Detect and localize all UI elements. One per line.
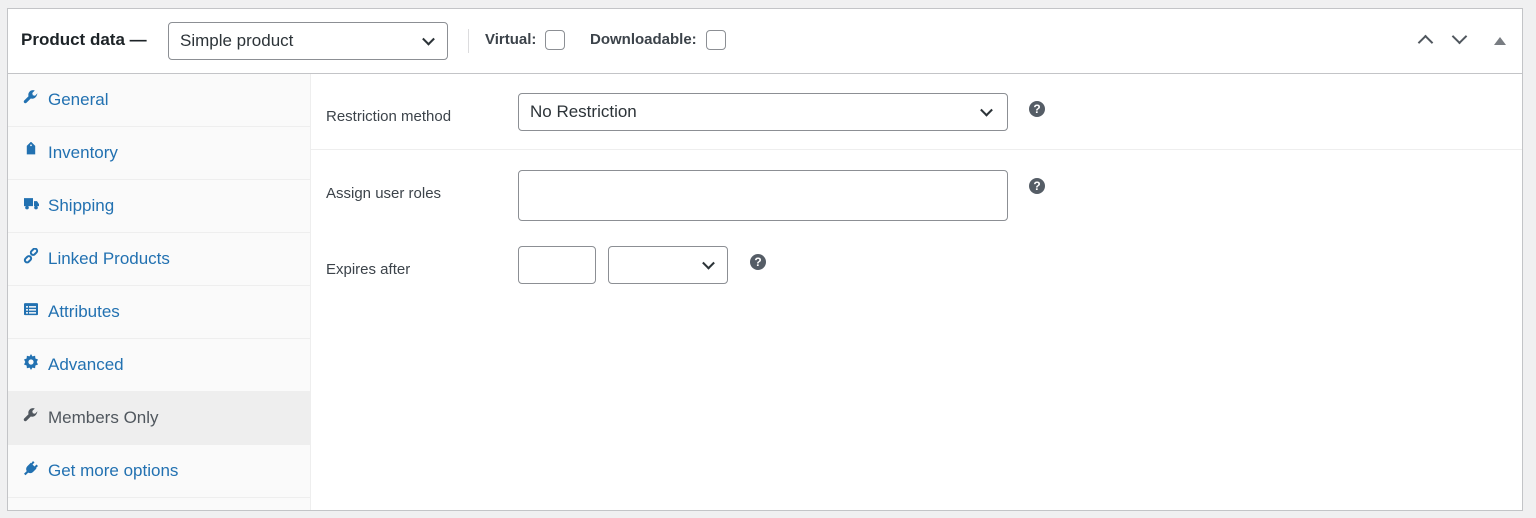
tab-label: Inventory: [48, 143, 118, 162]
move-up-icon[interactable]: [1417, 34, 1434, 51]
downloadable-checkbox[interactable]: [706, 30, 726, 50]
wrench-icon: [22, 89, 40, 109]
row-divider: [311, 149, 1522, 150]
tab-label: General: [48, 90, 109, 109]
tab-attributes[interactable]: Attributes: [8, 286, 310, 339]
virtual-label: Virtual:: [485, 31, 537, 48]
expires-after-unit-select[interactable]: [608, 246, 728, 284]
restriction-method-label: Restriction method: [326, 108, 452, 125]
tab-inventory[interactable]: Inventory: [8, 127, 310, 180]
help-icon[interactable]: ?: [1029, 178, 1045, 194]
gear-icon: [22, 354, 40, 374]
tab-linked-products[interactable]: Linked Products: [8, 233, 310, 286]
virtual-checkbox[interactable]: [545, 30, 565, 50]
members-only-panel: Restriction method No Restriction ? Assi…: [311, 74, 1522, 510]
header-divider: [468, 29, 469, 53]
help-icon[interactable]: ?: [750, 254, 766, 270]
restriction-method-value: No Restriction: [530, 102, 637, 121]
product-data-tabs: General Inventory Shipping Linked Produc…: [8, 74, 311, 510]
tab-label: Get more options: [48, 461, 179, 480]
plug-icon: [22, 460, 40, 480]
chevron-down-icon: [980, 103, 993, 117]
chevron-down-icon: [702, 256, 715, 270]
tab-advanced[interactable]: Advanced: [8, 339, 310, 392]
expires-after-number-input[interactable]: [518, 246, 596, 284]
truck-icon: [22, 196, 40, 214]
product-type-select[interactable]: Simple product: [168, 22, 448, 60]
chevron-down-icon: [422, 32, 435, 46]
tab-members-only[interactable]: Members Only: [8, 392, 310, 445]
link-icon: [22, 247, 40, 268]
assign-user-roles-input[interactable]: [518, 170, 1008, 221]
tab-label: Shipping: [48, 196, 115, 215]
tab-get-more-options[interactable]: Get more options: [8, 445, 310, 498]
tab-label: Members Only: [48, 408, 159, 427]
tab-shipping[interactable]: Shipping: [8, 180, 310, 233]
collapse-toggle-icon[interactable]: [1494, 37, 1506, 45]
downloadable-label: Downloadable:: [590, 31, 697, 48]
tab-label: Advanced: [48, 355, 124, 374]
wrench-icon: [22, 407, 40, 427]
panel-header: Product data — Simple product Virtual: D…: [8, 9, 1522, 74]
expires-after-label: Expires after: [326, 261, 411, 278]
product-data-panel: Product data — Simple product Virtual: D…: [7, 8, 1523, 511]
tab-label: Attributes: [48, 302, 120, 321]
tag-icon: [22, 141, 40, 162]
product-type-value: Simple product: [180, 31, 294, 50]
tab-general[interactable]: General: [8, 74, 310, 127]
list-icon: [22, 302, 40, 320]
panel-title: Product data —: [21, 30, 147, 49]
tab-label: Linked Products: [48, 249, 170, 268]
restriction-method-select[interactable]: No Restriction: [518, 93, 1008, 131]
move-down-icon[interactable]: [1451, 28, 1468, 45]
help-icon[interactable]: ?: [1029, 101, 1045, 117]
assign-user-roles-label: Assign user roles: [326, 185, 442, 202]
